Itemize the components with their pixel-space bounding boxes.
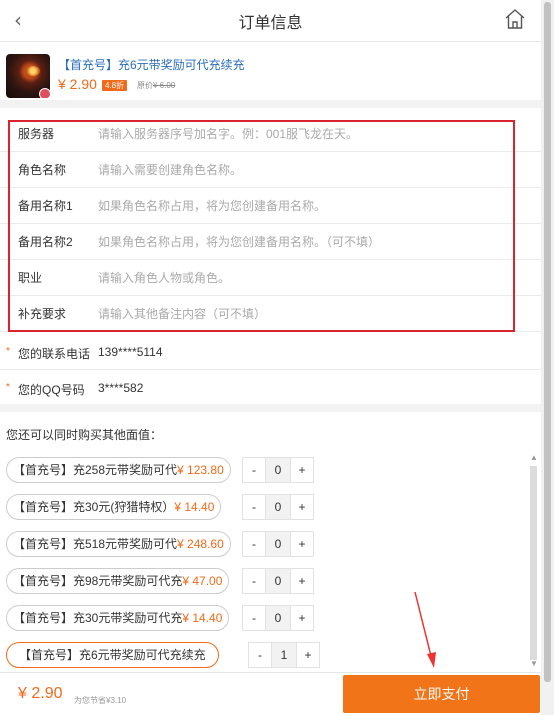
field-label: 角色名称: [18, 163, 67, 177]
addon-name: 【首充号】充6元带奖励可代充续充: [19, 648, 206, 662]
addon-option-pill[interactable]: 【首充号】充30元(狩猎特权）¥ 14.40: [6, 494, 222, 520]
home-icon[interactable]: [503, 7, 527, 31]
checkout-footer: ¥ 2.90 为您节省¥3.10 立即支付: [0, 672, 541, 715]
quantity-value[interactable]: 0: [266, 605, 290, 631]
increment-button[interactable]: +: [290, 568, 314, 594]
contact-phone-row[interactable]: * 您的联系电话 139****5114: [0, 334, 541, 370]
addons-heading: 您还可以同时购买其他面值：: [6, 428, 163, 442]
original-price-label: 原价: [137, 81, 153, 90]
product-summary: 【首充号】充6元带奖励可代充续充 ¥ 2.90 4.8折 原价¥ 6.00: [0, 42, 541, 108]
product-price: ¥ 2.90: [58, 76, 97, 92]
quantity-value[interactable]: 0: [266, 457, 290, 483]
header-bar: ‹ 订单信息: [0, 0, 541, 42]
increment-button[interactable]: +: [290, 605, 314, 631]
scrollbar-thumb[interactable]: [544, 2, 551, 682]
quantity-stepper: - 1 +: [248, 642, 320, 668]
quantity-value[interactable]: 0: [266, 531, 290, 557]
increment-button[interactable]: +: [290, 494, 314, 520]
increment-button[interactable]: +: [290, 457, 314, 483]
field-label: 职业: [18, 271, 43, 285]
addon-option-pill[interactable]: 【首充号】充30元带奖励可代充¥ 14.40: [6, 605, 230, 631]
decrement-button[interactable]: -: [242, 494, 266, 520]
addon-option-pill[interactable]: 【首充号】充6元带奖励可代充续充: [6, 642, 219, 668]
addon-name: 【首充号】充98元带奖励可代充: [13, 574, 183, 588]
addon-option-pill[interactable]: 【首充号】充258元带奖励可代¥ 123.80: [6, 457, 231, 483]
addon-price: ¥ 248.60: [177, 537, 224, 551]
qq-label: 您的QQ号码: [18, 383, 85, 397]
quantity-stepper: - 0 +: [242, 605, 314, 631]
scroll-up-icon[interactable]: ▲: [530, 454, 538, 462]
addon-name: 【首充号】充518元带奖励可代: [13, 537, 178, 551]
pay-now-button[interactable]: 立即支付: [343, 675, 540, 713]
form-row-backup-name-1: 备用名称1: [0, 188, 541, 224]
backup-name-1-input[interactable]: [98, 198, 498, 213]
qq-value: 3****582: [98, 381, 144, 395]
scrollbar-track[interactable]: [530, 466, 537, 660]
addon-option-pill[interactable]: 【首充号】充518元带奖励可代¥ 248.60: [6, 531, 231, 557]
chevron-left-icon[interactable]: ‹: [8, 8, 28, 32]
decrement-button[interactable]: -: [242, 457, 266, 483]
dragon-eye-graphic: [26, 66, 40, 76]
required-marker: *: [6, 382, 10, 393]
required-marker: *: [6, 346, 10, 357]
order-page: ‹ 订单信息 【首充号】充6元带奖励可代充续充 ¥ 2.90 4.8折 原价¥ …: [0, 0, 541, 715]
increment-button[interactable]: +: [290, 531, 314, 557]
decrement-button[interactable]: -: [248, 642, 272, 668]
contact-qq-row[interactable]: * 您的QQ号码 3****582: [0, 370, 541, 406]
extra-requirements-input[interactable]: [98, 306, 498, 321]
discount-badge: 4.8折: [102, 80, 128, 91]
profession-input[interactable]: [98, 270, 498, 285]
page-title: 订单信息: [238, 14, 303, 32]
role-name-input[interactable]: [98, 162, 498, 177]
addon-price: ¥ 14.40: [174, 500, 215, 514]
decrement-button[interactable]: -: [242, 531, 266, 557]
phone-label: 您的联系电话: [18, 347, 91, 361]
total-price: ¥ 2.90: [18, 685, 63, 702]
product-title: 【首充号】充6元带奖励可代充续充: [58, 58, 245, 72]
quantity-stepper: - 0 +: [242, 457, 314, 483]
quantity-stepper: - 0 +: [242, 568, 314, 594]
form-row-role-name: 角色名称: [0, 152, 541, 188]
product-thumbnail: [6, 54, 50, 98]
game-badge-icon: [39, 88, 50, 98]
decrement-button[interactable]: -: [242, 605, 266, 631]
form-row-extra-requirements: 补充要求: [0, 296, 541, 332]
addon-price: ¥ 47.00: [182, 574, 223, 588]
section-divider: [0, 404, 541, 412]
addon-name: 【首充号】充30元(狩猎特权）: [13, 500, 175, 514]
increment-button[interactable]: +: [296, 642, 320, 668]
quantity-stepper: - 0 +: [242, 531, 314, 557]
addon-price: ¥ 14.40: [182, 611, 223, 625]
quantity-value[interactable]: 0: [266, 568, 290, 594]
addon-price: ¥ 123.80: [177, 463, 224, 477]
addon-name: 【首充号】充30元带奖励可代充: [13, 611, 183, 625]
form-row-server: 服务器: [0, 116, 541, 152]
savings-text: 为您节省¥3.10: [74, 696, 127, 705]
form-row-backup-name-2: 备用名称2: [0, 224, 541, 260]
backup-name-2-input[interactable]: [98, 234, 498, 249]
field-label: 备用名称2: [18, 235, 73, 249]
field-label: 服务器: [18, 127, 55, 141]
addons-scrollbar[interactable]: ▲ ▼: [528, 452, 540, 672]
quantity-value[interactable]: 0: [266, 494, 290, 520]
field-label: 补充要求: [18, 307, 67, 321]
phone-value: 139****5114: [98, 345, 163, 359]
scroll-down-icon[interactable]: ▼: [530, 660, 538, 668]
quantity-stepper: - 0 +: [242, 494, 314, 520]
quantity-value[interactable]: 1: [272, 642, 296, 668]
addon-name: 【首充号】充258元带奖励可代: [13, 463, 178, 477]
field-label: 备用名称1: [18, 199, 73, 213]
addon-option-pill[interactable]: 【首充号】充98元带奖励可代充¥ 47.00: [6, 568, 230, 594]
server-input[interactable]: [98, 126, 498, 141]
annotation-arrow: [414, 591, 436, 668]
decrement-button[interactable]: -: [242, 568, 266, 594]
original-price-value: ¥ 6.00: [153, 81, 176, 90]
form-row-profession: 职业: [0, 260, 541, 296]
page-scrollbar[interactable]: [541, 0, 554, 715]
original-price: 原价¥ 6.00: [137, 80, 175, 91]
